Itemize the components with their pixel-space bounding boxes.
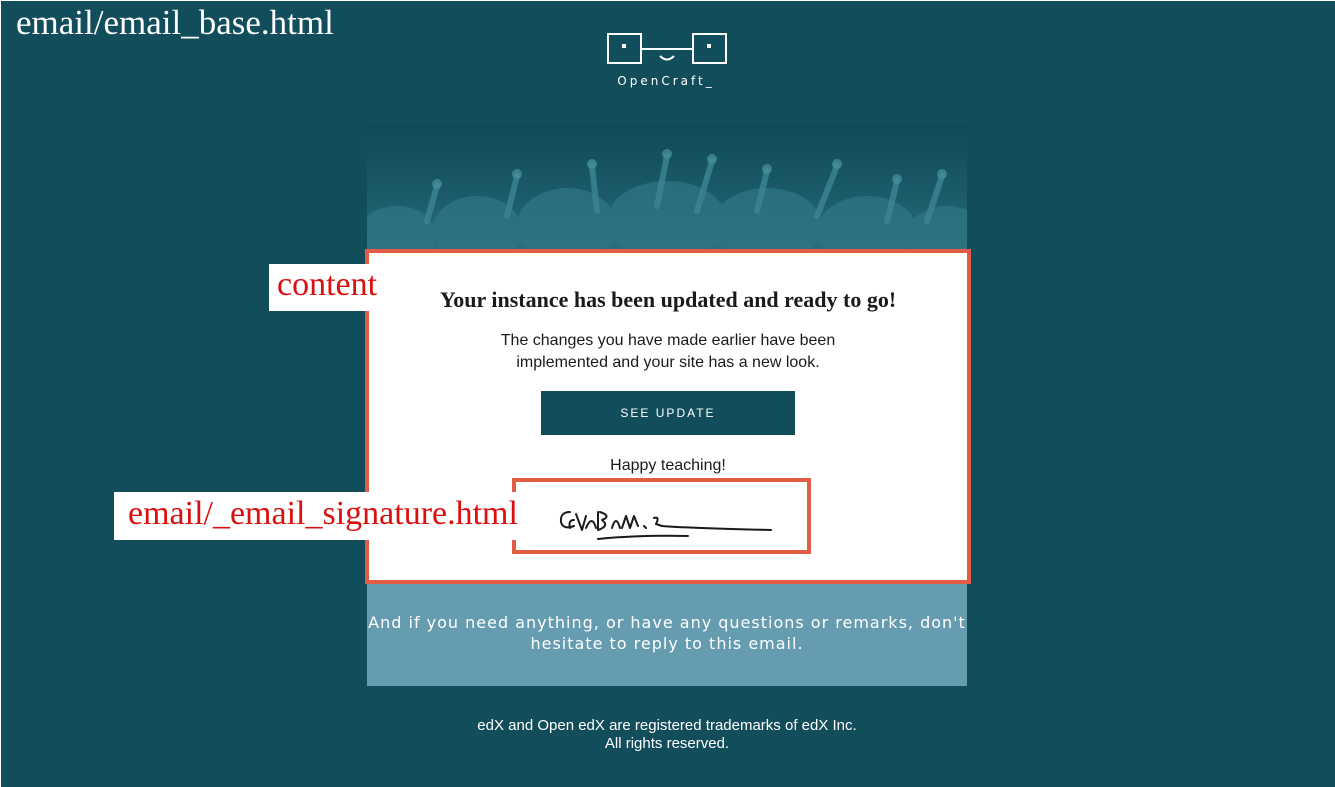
hero-banner-image	[367, 126, 967, 251]
help-footer-panel: And if you need anything, or have any qu…	[367, 584, 967, 686]
opencraft-glasses-icon	[607, 33, 727, 64]
help-text: And if you need anything, or have any qu…	[368, 613, 966, 653]
legal-notice: edX and Open edX are registered trademar…	[367, 717, 967, 753]
see-update-button[interactable]: SEE UPDATE	[541, 391, 795, 435]
handwritten-signature-icon	[559, 511, 772, 540]
email-signature-block	[512, 478, 811, 554]
base-template-label: email/email_base.html	[16, 3, 334, 42]
email-preview-page: email/email_base.html OpenCraft_ Your in…	[1, 1, 1335, 787]
content-block-label: content	[269, 264, 381, 311]
email-closing: Happy teaching!	[610, 457, 726, 474]
legal-rights-line: All rights reserved.	[604, 735, 730, 752]
legal-trademark-line: edX and Open edX are registered trademar…	[477, 717, 857, 734]
opencraft-logo: OpenCraft_	[606, 32, 732, 92]
email-body-text: The changes you have made earlier have b…	[500, 332, 836, 371]
email-headline: Your instance has been updated and ready…	[439, 287, 897, 312]
opencraft-wordmark: OpenCraft_	[617, 74, 715, 88]
crowd-photo-icon	[367, 149, 967, 251]
signature-template-label: email/_email_signature.html	[114, 492, 528, 540]
